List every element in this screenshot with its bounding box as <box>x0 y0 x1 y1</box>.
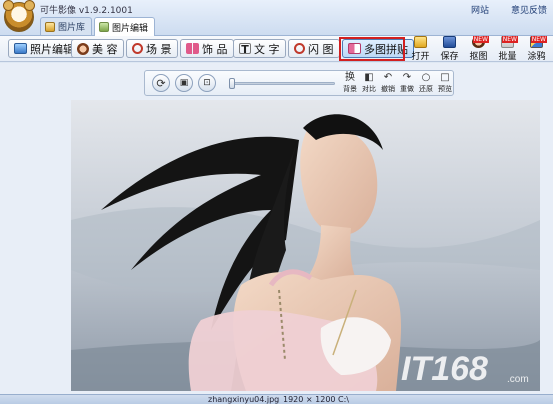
open-folder-icon <box>414 36 427 48</box>
preview-icon: □ <box>440 72 450 83</box>
undo-label: 撤销 <box>381 85 395 93</box>
batch-label: 批量 <box>498 52 517 62</box>
doodle-label: 涂鸦 <box>527 52 546 62</box>
tab-strip: 图片库 图片编辑 <box>40 17 156 36</box>
actual-size-button[interactable]: ⊡ <box>198 74 216 92</box>
text-button[interactable]: T 文 字 <box>233 39 286 58</box>
watermark-text: IT168 <box>401 350 488 388</box>
status-filename: zhangxinyu04.jpg <box>208 395 280 404</box>
photo-edit-icon <box>14 43 27 54</box>
accessory-icon <box>186 43 199 54</box>
change-background-button[interactable]: 换 背景 <box>341 72 359 96</box>
right-toolbar: 打开 保存 NEW 抠图 NEW 批量 NEW 涂鸦 <box>406 36 551 62</box>
status-path: C:\ <box>338 395 349 404</box>
website-link[interactable]: 网站 <box>471 3 489 16</box>
restore-label: 还原 <box>419 85 433 93</box>
compare-button[interactable]: ◧ 对比 <box>360 72 378 96</box>
status-bar: zhangxinyu04.jpg 1920 × 1200 C:\ <box>0 394 553 404</box>
title-bar: 可牛影像 v1.9.2.1001 网站 意见反馈 图片库 图片编辑 <box>0 0 553 36</box>
portrait-photo: IT168 .com <box>71 100 540 391</box>
tab-image-edit-label: 图片编辑 <box>112 23 149 34</box>
photo-canvas[interactable]: IT168 .com <box>71 100 540 391</box>
new-badge: NEW <box>530 36 547 43</box>
fit-screen-icon: ▣ <box>179 78 189 88</box>
cutout-button[interactable]: NEW 抠图 <box>464 36 493 62</box>
accessory-button[interactable]: 饰 品 <box>180 39 234 58</box>
change-background-icon: 换 <box>345 72 355 83</box>
selected-highlight-frame <box>339 37 405 61</box>
work-area: ⟳ ▣ ⊡ 换 背景 ◧ 对比 ↶ 撤销 ↷ 重做 ○ 还原 □ 预览 IT16… <box>0 63 553 394</box>
save-icon <box>443 36 456 48</box>
compare-label: 对比 <box>362 85 376 93</box>
flash-icon <box>294 43 305 54</box>
actual-size-icon: ⊡ <box>203 78 211 88</box>
preview-button[interactable]: □ 预览 <box>436 72 454 96</box>
fit-screen-button[interactable]: ▣ <box>175 74 193 92</box>
beauty-icon <box>77 42 89 55</box>
zoom-slider-thumb[interactable] <box>229 78 235 89</box>
top-links: 网站 意见反馈 <box>471 3 547 16</box>
flash-label: 闪 图 <box>308 42 334 56</box>
scene-button[interactable]: 场 景 <box>126 39 178 58</box>
scene-label: 场 景 <box>146 42 172 56</box>
app-title: 可牛影像 v1.9.2.1001 <box>40 6 133 16</box>
restore-icon: ○ <box>421 72 431 83</box>
open-button[interactable]: 打开 <box>406 36 435 62</box>
save-label: 保存 <box>440 52 459 62</box>
app-logo-icon <box>3 0 35 32</box>
watermark-sub: .com <box>507 374 529 385</box>
rotate-button[interactable]: ⟳ <box>152 74 170 92</box>
feedback-link[interactable]: 意见反馈 <box>511 3 547 16</box>
scene-icon <box>132 43 143 54</box>
photo-edit-label: 照片编辑 <box>30 42 74 56</box>
cutout-label: 抠图 <box>469 52 488 62</box>
photo-edit-button[interactable]: 照片编辑 <box>8 39 80 58</box>
new-badge: NEW <box>472 36 489 43</box>
zoom-slider[interactable] <box>229 78 335 89</box>
save-button[interactable]: 保存 <box>435 36 464 62</box>
redo-icon: ↷ <box>402 72 412 83</box>
preview-label: 预览 <box>438 85 452 93</box>
undo-icon: ↶ <box>383 72 393 83</box>
beauty-label: 美 容 <box>92 42 118 56</box>
image-edit-icon <box>99 22 110 32</box>
main-toolbar: 照片编辑 美 容 场 景 饰 品 T 文 字 闪 图 多图拼贴 打开 保存 NE… <box>0 36 553 62</box>
tab-gallery-label: 图片库 <box>58 23 86 33</box>
open-label: 打开 <box>411 52 430 62</box>
gallery-icon <box>45 21 55 32</box>
flash-button[interactable]: 闪 图 <box>288 39 340 58</box>
tab-image-edit[interactable]: 图片编辑 <box>94 17 156 36</box>
view-control-bar: ⟳ ▣ ⊡ 换 背景 ◧ 对比 ↶ 撤销 ↷ 重做 ○ 还原 □ 预览 <box>144 70 454 96</box>
status-resolution: 1920 × 1200 <box>283 395 336 404</box>
text-icon: T <box>239 43 251 55</box>
batch-button[interactable]: NEW 批量 <box>493 36 522 62</box>
restore-button[interactable]: ○ 还原 <box>417 72 435 96</box>
undo-button[interactable]: ↶ 撤销 <box>379 72 397 96</box>
change-background-label: 背景 <box>343 85 357 93</box>
rotate-icon: ⟳ <box>156 76 166 90</box>
doodle-button[interactable]: NEW 涂鸦 <box>522 36 551 62</box>
text-label: 文 字 <box>254 42 280 56</box>
compare-icon: ◧ <box>364 72 374 83</box>
new-badge: NEW <box>501 36 518 43</box>
redo-label: 重做 <box>400 85 414 93</box>
redo-button[interactable]: ↷ 重做 <box>398 72 416 96</box>
beauty-button[interactable]: 美 容 <box>71 39 124 58</box>
accessory-label: 饰 品 <box>202 42 228 56</box>
tab-gallery[interactable]: 图片库 <box>40 17 93 35</box>
